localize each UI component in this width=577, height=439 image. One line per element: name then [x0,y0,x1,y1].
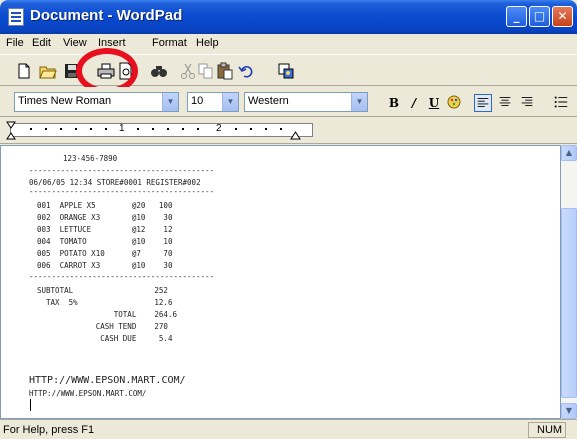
doc-line: SUBTOTAL 252 [37,286,168,295]
num-lock-indicator: NUM [528,422,566,438]
font-name-value: Times New Roman [18,95,112,107]
script-select[interactable]: Western ▼ [244,92,368,112]
ruler-mark-2: 2 [216,123,222,134]
underline-button[interactable]: U [425,94,443,112]
close-button[interactable]: ✕ [552,6,573,27]
color-icon[interactable] [445,94,463,112]
text-caret [30,399,31,411]
menu-format[interactable]: Format [152,37,187,49]
bullets-icon[interactable] [552,94,570,112]
chevron-down-icon[interactable]: ▼ [351,93,367,111]
window-title: Document - WordPad [30,7,183,24]
wordpad-app-icon[interactable] [8,8,24,26]
menu-edit[interactable]: Edit [32,37,51,49]
title-bar[interactable]: Document - WordPad _ □ ✕ [0,0,577,34]
doc-line: TOTAL 264.6 [37,310,177,319]
status-help-text: For Help, press F1 [3,424,95,436]
doc-line: HTTP://WWW.EPSON.MART.COM/ [29,389,147,398]
ruler-tick [235,128,237,130]
doc-line: 003 LETTUCE @12 12 [37,225,173,234]
scroll-up-button[interactable]: ▲ [561,145,577,161]
indent-marker-icon[interactable] [6,121,18,141]
paste-icon[interactable] [215,61,235,81]
bold-button[interactable]: B [385,94,403,112]
align-center-icon[interactable] [496,94,514,112]
align-left-icon[interactable] [474,94,492,112]
save-icon[interactable] [62,61,82,81]
ruler-tick [30,128,32,130]
right-indent-marker-icon[interactable] [290,128,302,140]
script-value: Western [248,95,289,107]
font-name-select[interactable]: Times New Roman ▼ [14,92,179,112]
menu-bar: File Edit View Insert Format Help [0,34,577,54]
menu-file[interactable]: File [6,37,24,49]
insert-object-icon[interactable] [276,61,296,81]
menu-help[interactable]: Help [196,37,219,49]
doc-line: 123-456-7890 [63,154,118,163]
find-icon[interactable] [149,61,169,81]
chevron-down-icon[interactable]: ▼ [162,93,178,111]
doc-line: TAX 5% 12.6 [37,298,173,307]
ruler-tick [105,128,107,130]
doc-line: ----------------------------------------… [29,166,215,175]
doc-line: ----------------------------------------… [29,187,215,196]
doc-line: 006 CARROT X3 @10 30 [37,261,173,270]
ruler-tick [45,128,47,130]
maximize-button[interactable]: □ [529,6,550,27]
ruler[interactable]: 1 2 [0,118,577,144]
new-document-icon[interactable] [14,61,34,81]
doc-line: 001 APPLE X5 @20 100 [37,201,173,210]
doc-line: CASH TEND 270 [37,322,168,331]
scroll-down-button[interactable]: ▼ [561,403,577,419]
doc-line: 004 TOMATO @10 10 [37,237,173,246]
ruler-tick [60,128,62,130]
align-right-icon[interactable] [518,94,536,112]
ruler-tick [90,128,92,130]
ruler-tick [167,128,169,130]
print-preview-icon[interactable] [116,61,136,81]
status-bar: For Help, press F1 NUM [0,419,577,439]
doc-line: 005 POTATO X10 @7 70 [37,249,173,258]
ruler-tick [182,128,184,130]
cut-icon[interactable] [178,61,198,81]
ruler-tick [197,128,199,130]
vertical-scrollbar[interactable]: ▲ ▼ [561,145,577,419]
undo-icon[interactable] [236,61,256,81]
ruler-tick [280,128,282,130]
ruler-tick [152,128,154,130]
ruler-tick [75,128,77,130]
menu-view[interactable]: View [63,37,87,49]
print-icon[interactable] [96,61,116,81]
format-bar: Times New Roman ▼ 10 ▼ Western ▼ B / U [0,87,577,117]
chevron-down-icon[interactable]: ▼ [222,93,238,111]
doc-line: 06/06/05 12:34 STORE#0001 REGISTER#002 [29,178,201,187]
font-size-value: 10 [191,95,204,107]
wordpad-window: Document - WordPad _ □ ✕ File Edit View … [0,0,577,439]
menu-insert[interactable]: Insert [98,37,126,49]
ruler-tick [265,128,267,130]
copy-icon[interactable] [196,61,216,81]
ruler-strip [10,123,313,137]
font-size-select[interactable]: 10 ▼ [187,92,239,112]
doc-line: ----------------------------------------… [29,272,215,281]
scroll-thumb[interactable] [561,208,577,398]
italic-button[interactable]: / [405,94,423,112]
minimize-button[interactable]: _ [506,6,527,27]
document-editor[interactable]: 123-456-7890 ---------------------------… [0,145,561,419]
doc-line: 002 ORANGE X3 @10 30 [37,213,173,222]
ruler-tick [250,128,252,130]
ruler-mark-1: 1 [119,123,125,134]
open-folder-icon[interactable] [38,61,58,81]
doc-line: CASH DUE 5.4 [37,334,173,343]
ruler-tick [137,128,139,130]
doc-line: HTTP://WWW.EPSON.MART.COM/ [29,375,186,386]
standard-toolbar [0,54,577,86]
